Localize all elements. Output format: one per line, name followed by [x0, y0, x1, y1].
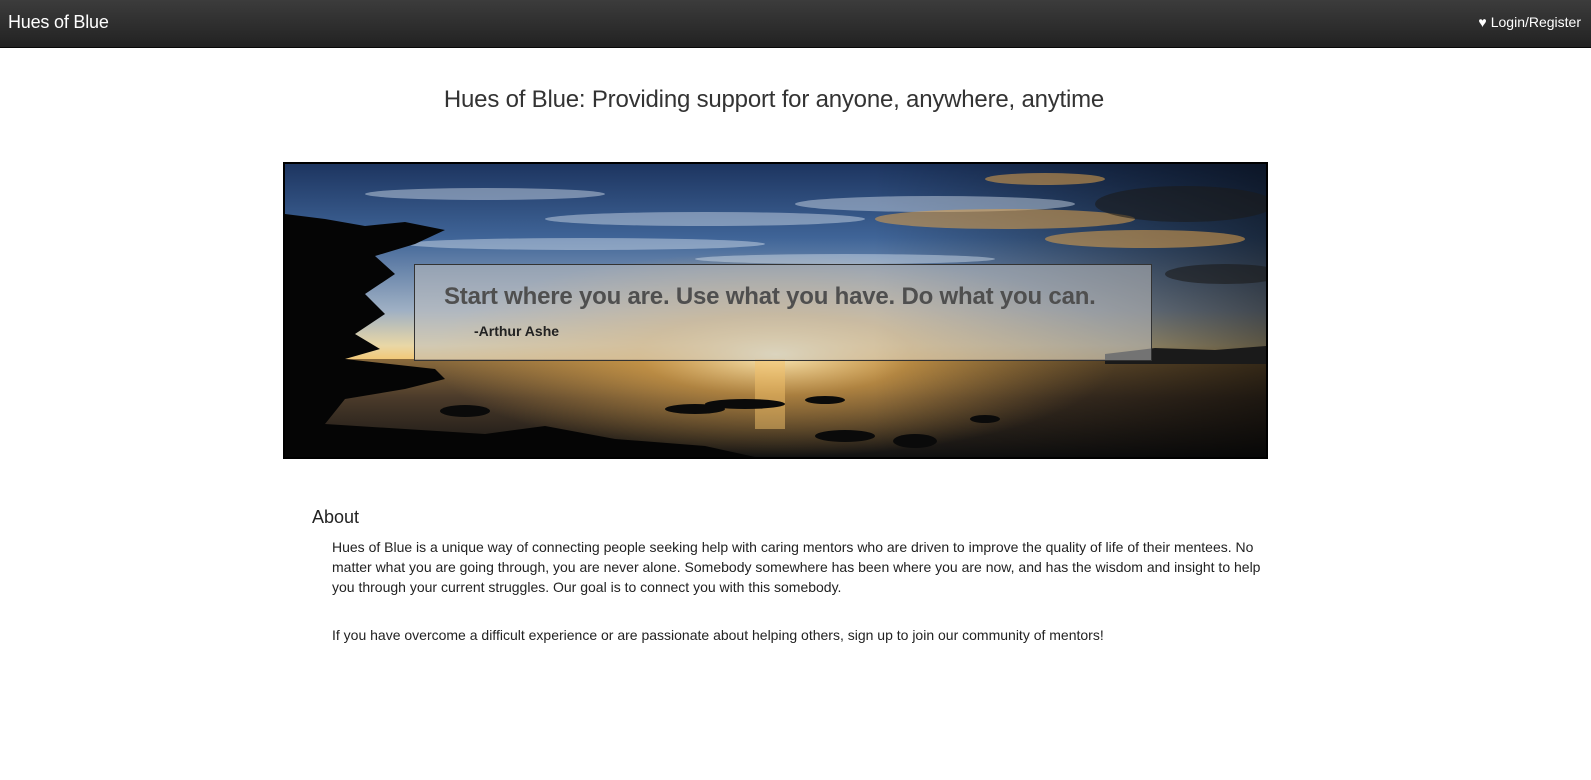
- about-paragraph-2: If you have overcome a difficult experie…: [332, 627, 1104, 643]
- top-navbar: Hues of Blue ♥ Login/Register: [0, 0, 1591, 48]
- login-register-label: Login/Register: [1490, 14, 1581, 30]
- quote-text: Start where you are. Use what you have. …: [444, 283, 1096, 310]
- brand-link[interactable]: Hues of Blue: [8, 12, 109, 33]
- quote-box: Start where you are. Use what you have. …: [414, 264, 1152, 361]
- heart-icon: ♥: [1478, 14, 1487, 30]
- hero-banner: Start where you are. Use what you have. …: [283, 162, 1268, 459]
- login-register-link[interactable]: ♥ Login/Register: [1478, 14, 1581, 30]
- about-heading: About: [312, 507, 360, 527]
- about-paragraph-1: Hues of Blue is a unique way of connecti…: [332, 539, 1261, 595]
- quote-author: -Arthur Ashe: [474, 323, 560, 339]
- page-title: Hues of Blue: Providing support for anyo…: [443, 86, 1105, 113]
